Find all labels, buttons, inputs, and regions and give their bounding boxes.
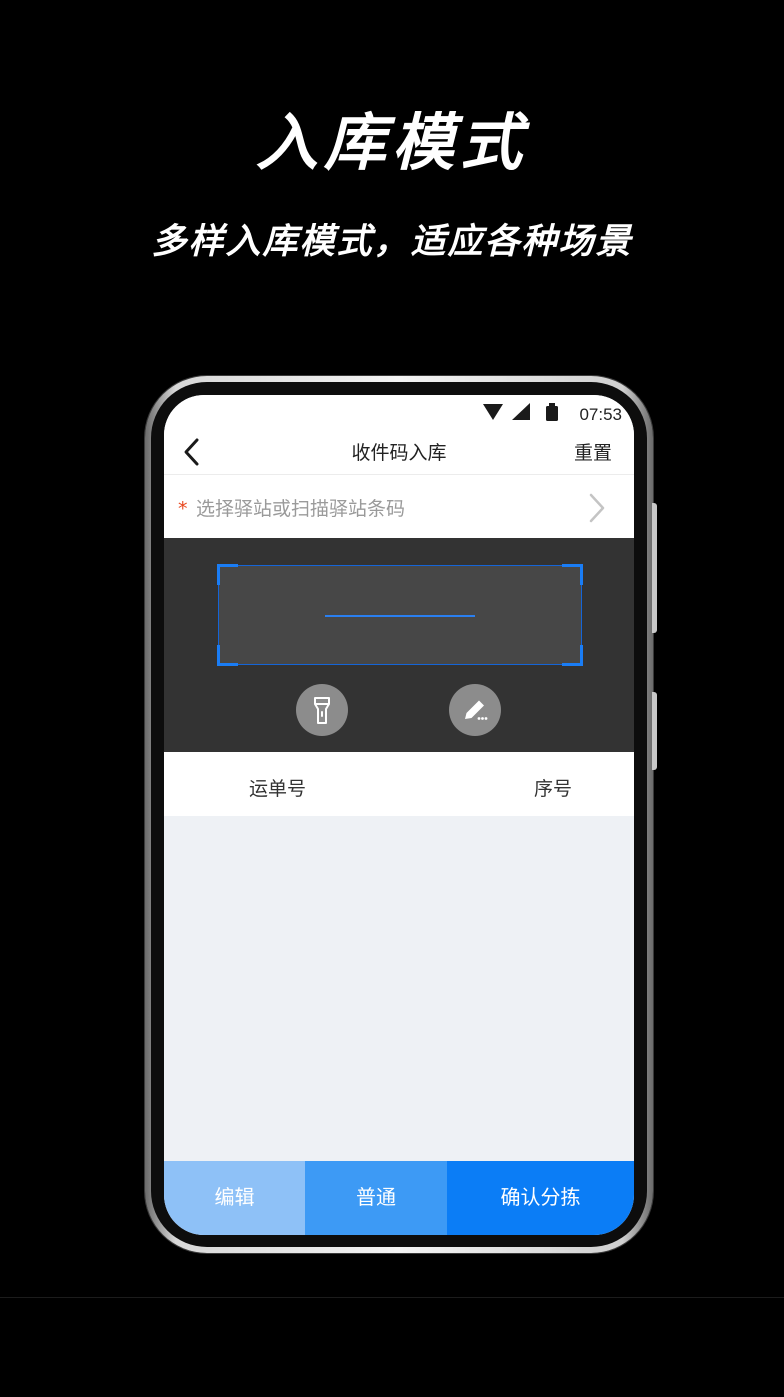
station-placeholder: 选择驿站或扫描驿站条码 xyxy=(196,498,406,520)
nav-bar: 收件码入库 重置 xyxy=(164,431,634,475)
waybill-list xyxy=(164,816,634,1161)
reset-button[interactable]: 重置 xyxy=(574,438,612,465)
promo-subtitle: 多样入库模式，适应各种场景 xyxy=(151,222,633,262)
page-title: 收件码入库 xyxy=(351,442,447,464)
battery-icon xyxy=(546,403,558,421)
status-icons xyxy=(483,403,558,421)
bottom-action-bar: 编辑 普通 确认分拣 xyxy=(164,1161,634,1235)
scan-frame xyxy=(217,564,583,666)
flashlight-button[interactable] xyxy=(296,684,348,736)
station-selector[interactable]: * 选择驿站或扫描驿站条码 xyxy=(164,475,634,538)
cellular-signal-icon xyxy=(512,403,530,420)
pencil-icon xyxy=(465,700,488,720)
required-mark: * xyxy=(178,498,188,520)
divider xyxy=(0,1297,784,1298)
confirm-sort-button[interactable]: 确认分拣 xyxy=(447,1161,634,1235)
phone-volume-button xyxy=(652,503,657,633)
status-bar: 07:53 xyxy=(164,395,634,431)
column-header-sequence: 序号 xyxy=(533,778,572,800)
flashlight-icon xyxy=(314,697,330,724)
phone-power-button xyxy=(652,692,657,770)
promo-title: 入库模式 xyxy=(255,106,528,179)
wifi-icon xyxy=(483,404,503,420)
column-header-waybill: 运单号 xyxy=(249,778,307,800)
chevron-right-icon xyxy=(589,493,605,523)
scan-line xyxy=(325,615,475,617)
scan-corner xyxy=(217,564,238,585)
normal-mode-button[interactable]: 普通 xyxy=(305,1161,447,1235)
chevron-left-icon xyxy=(184,438,199,466)
edit-button[interactable]: 编辑 xyxy=(164,1161,305,1235)
scan-corner xyxy=(562,564,583,585)
back-button[interactable] xyxy=(178,435,208,469)
scan-corner xyxy=(217,645,238,666)
manual-input-button[interactable] xyxy=(449,684,501,736)
scan-corner xyxy=(562,645,583,666)
table-header: 运单号 序号 xyxy=(164,752,634,816)
app-screen: 07:53 收件码入库 重置 * 选择驿站或扫描驿站条码 运单号 序号 编辑 普… xyxy=(164,395,634,1235)
status-time: 07:53 xyxy=(579,405,622,424)
barcode-scanner xyxy=(164,538,634,752)
